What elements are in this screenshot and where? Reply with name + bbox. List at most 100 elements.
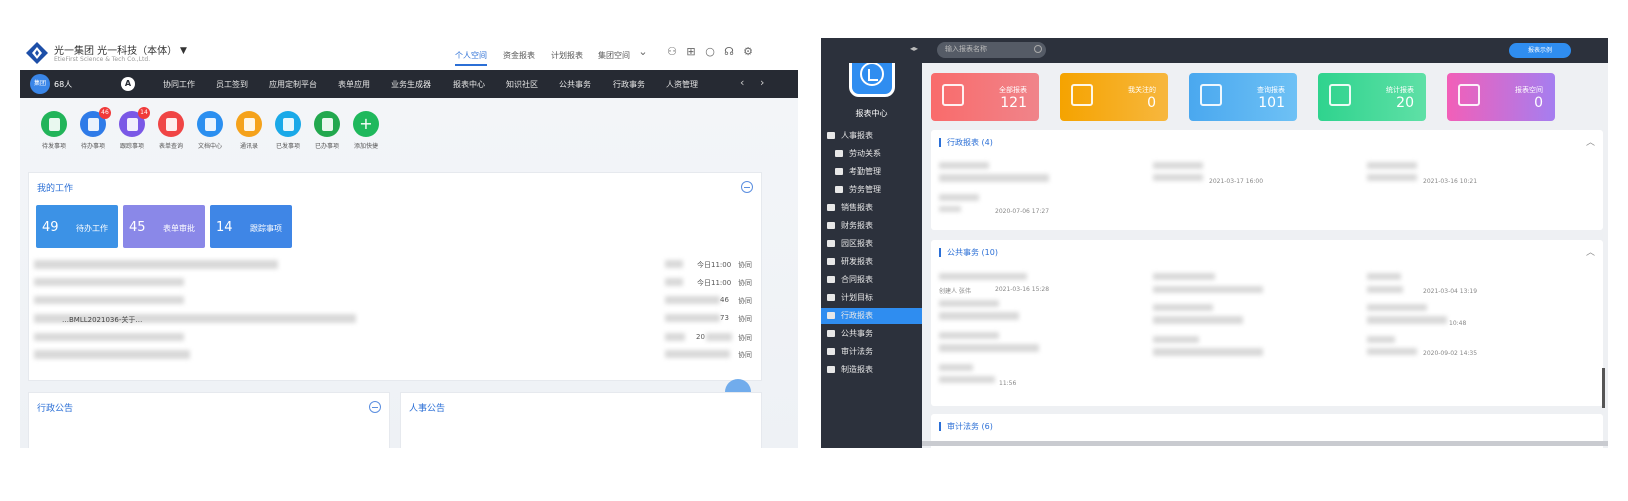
nav-item-form-app[interactable]: 表单应用 — [338, 79, 370, 90]
blurred-text — [939, 273, 1027, 280]
tile-label: 报表空间 — [1515, 86, 1543, 94]
section-title[interactable]: 行政报表 (4) — [939, 138, 993, 147]
avatar[interactable]: 集团 — [30, 74, 50, 94]
settings-icon[interactable]: ⚙ — [742, 46, 754, 58]
tile-stat-reports[interactable]: 统计报表 20 — [1318, 73, 1426, 121]
sidebar-item-labor-service[interactable]: 劳务管理 — [821, 184, 922, 200]
quick-item-label: 通讯录 — [239, 143, 258, 150]
collapse-sidebar-icon[interactable]: ◂▸ — [910, 44, 918, 53]
horizontal-scrollbar[interactable] — [922, 441, 1608, 446]
blurred-text — [939, 364, 973, 371]
sidebar-item-admin[interactable]: 行政报表 — [821, 308, 922, 324]
nav-item-collab[interactable]: 协同工作 — [163, 79, 195, 90]
nav-next-icon[interactable]: › — [760, 76, 764, 89]
report-search-box[interactable] — [937, 42, 1046, 58]
sidebar-item-attendance[interactable]: 考勤管理 — [821, 166, 922, 182]
nav-item-biz-generator[interactable]: 业务生成器 — [391, 79, 431, 90]
section-title[interactable]: 公共事务 (10) — [939, 248, 998, 257]
sidebar-item-label: 劳动关系 — [849, 149, 881, 158]
blurred-text — [34, 260, 278, 269]
report-search-input[interactable] — [945, 45, 1030, 53]
report-example-button[interactable]: 报表示例 — [1509, 43, 1571, 58]
tab-personal-space[interactable]: 个人空间 — [455, 50, 487, 66]
tab-group-space[interactable]: 集团空间 — [598, 50, 630, 61]
sidebar-item-plan[interactable]: 计划目标 — [821, 292, 922, 308]
sidebar-item-sales[interactable]: 销售报表 — [821, 202, 922, 218]
sidebar-item-label: 考勤管理 — [849, 167, 881, 176]
tile-report-space[interactable]: 报表空间 0 — [1447, 73, 1555, 121]
quick-item-sent[interactable]: 已发事项 — [268, 111, 308, 150]
online-count[interactable]: 68人 — [54, 79, 72, 90]
nav-prev-icon[interactable]: ‹ — [740, 76, 744, 89]
stat-form-approval[interactable]: 45 表单审批 — [123, 205, 205, 248]
blurred-text — [1153, 336, 1199, 343]
sidebar-item-park[interactable]: 园区报表 — [821, 238, 922, 254]
quick-item-label: 跟踪事项 — [119, 143, 144, 150]
blurred-text — [939, 194, 979, 201]
section-public-affairs: 公共事务 (10) ︿ 创建人 张伟 2021-03-16 15:28 11:5… — [931, 240, 1603, 406]
company-dropdown-icon[interactable]: ▼ — [180, 46, 187, 56]
quick-item-add[interactable]: + 添加快捷 — [346, 111, 386, 150]
stat-todo-work[interactable]: 49 待办工作 — [36, 205, 118, 248]
folder-icon — [197, 111, 223, 137]
quick-item-form-query[interactable]: 表单查询 — [151, 111, 191, 150]
quick-item-contacts[interactable]: 通讯录 — [229, 111, 269, 150]
blurred-text — [1153, 174, 1203, 181]
sidebar-item-audit[interactable]: 审计法务 — [821, 346, 922, 362]
quick-item-track[interactable]: 14 跟踪事项 — [112, 107, 152, 150]
a-badge-icon[interactable]: A — [121, 77, 135, 91]
tab-fund-report[interactable]: 资金报表 — [503, 50, 535, 61]
sidebar-item-rnd[interactable]: 研发报表 — [821, 256, 922, 272]
search-icon[interactable]: ○ — [704, 46, 716, 58]
report-updated-time: 2021-03-16 15:28 — [995, 286, 1050, 293]
stat-tracking[interactable]: 14 跟踪事项 — [210, 205, 292, 248]
quick-item-done[interactable]: 已办事项 — [307, 111, 347, 150]
company-name[interactable]: 光一集团 光一科技（本体） — [54, 42, 177, 57]
tile-followed[interactable]: 我关注的 0 — [1060, 73, 1168, 121]
done-icon — [314, 111, 340, 137]
plus-icon: + — [353, 111, 379, 137]
chevron-up-icon[interactable]: ︿ — [1586, 245, 1595, 258]
sidebar-item-hr-report[interactable]: 人事报表 — [821, 130, 922, 146]
nav-item-app-platform[interactable]: 应用定制平台 — [269, 79, 317, 90]
quick-item-doc-center[interactable]: 文档中心 — [190, 111, 230, 150]
tile-number: 20 — [1396, 95, 1414, 111]
search-icon[interactable] — [1034, 45, 1042, 53]
sidebar-item-public[interactable]: 公共事务 — [821, 328, 922, 344]
blurred-text — [939, 162, 989, 169]
folder-icon — [827, 240, 835, 247]
collapse-icon[interactable] — [741, 181, 753, 193]
sidebar-item-finance[interactable]: 财务报表 — [821, 220, 922, 236]
tile-label: 查询报表 — [1257, 86, 1285, 94]
sidebar-item-label: 行政报表 — [841, 311, 873, 320]
nav-item-public-affairs[interactable]: 公共事务 — [559, 79, 591, 90]
nav-item-report-center[interactable]: 报表中心 — [453, 79, 485, 90]
section-title[interactable]: 审计法务 (6) — [939, 422, 993, 431]
quick-item-to-send[interactable]: 待发事项 — [34, 111, 74, 150]
user-icon[interactable]: ⚇ — [666, 46, 678, 58]
work-row-time: 73 — [720, 314, 729, 322]
sidebar-item-manufacturing[interactable]: 制造报表 — [821, 364, 922, 380]
apps-icon[interactable]: ⊞ — [685, 46, 697, 58]
sidebar-item-contract[interactable]: 合同报表 — [821, 274, 922, 290]
tab-plan-report[interactable]: 计划报表 — [551, 50, 583, 61]
service-icon[interactable]: ☊ — [723, 46, 735, 58]
chevron-up-icon[interactable]: ︿ — [1586, 135, 1595, 148]
folder-icon — [827, 258, 835, 265]
quick-item-todo[interactable]: 46 待办事项 — [73, 107, 113, 150]
collapse-icon[interactable] — [369, 401, 381, 413]
tile-number: 0 — [1147, 95, 1156, 111]
tile-all-reports[interactable]: 全部报表 121 — [931, 73, 1039, 121]
nav-item-admin-affairs[interactable]: 行政事务 — [613, 79, 645, 90]
blurred-text — [939, 312, 1019, 320]
stat-number: 49 — [42, 220, 59, 235]
report-updated-time: 2021-03-17 16:00 — [1209, 178, 1264, 185]
nav-item-checkin[interactable]: 员工签到 — [216, 79, 248, 90]
chevron-down-icon[interactable]: ⌄ — [637, 46, 649, 58]
sidebar-item-label: 研发报表 — [841, 257, 873, 266]
vertical-scrollbar[interactable] — [1602, 368, 1605, 408]
nav-item-hr[interactable]: 人资管理 — [666, 79, 698, 90]
nav-item-knowledge[interactable]: 知识社区 — [506, 79, 538, 90]
tile-query-reports[interactable]: 查询报表 101 — [1189, 73, 1297, 121]
sidebar-item-labor-relation[interactable]: 劳动关系 — [821, 148, 922, 164]
